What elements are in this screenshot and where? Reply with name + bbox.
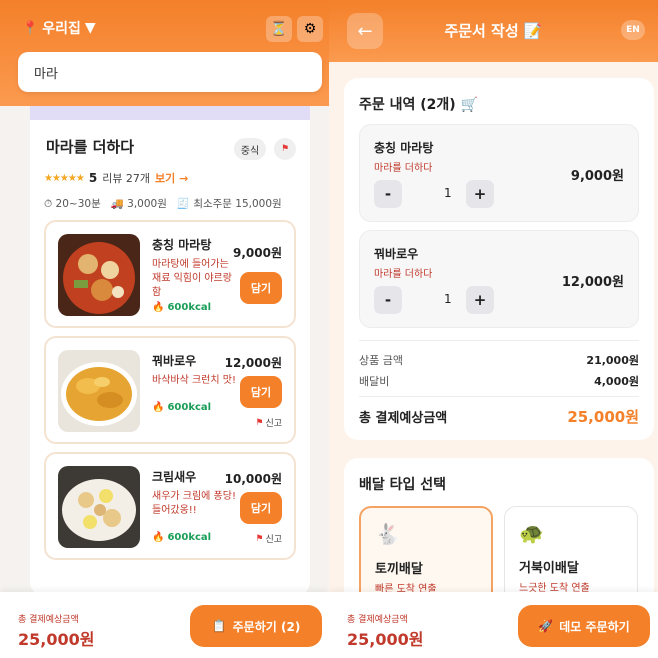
menu-kcal: 🔥 600kcal [152,302,212,313]
order-section-title: 주문 내역 (2개) 🛒 [359,97,478,113]
item-name: 충칭 마라탕 [374,141,434,155]
clock-icon: ⏱ [44,198,53,210]
location-selector[interactable]: 📍 우리집 ▼ [22,18,96,38]
report-link[interactable]: ⚑ 신고 [255,532,282,546]
store-card: 마라를 더하다 중식 ⚑ ★★★★★ 5 리뷰 27개 보기 → ⏱ 20~30… [30,106,310,596]
pin-icon: 📍 [22,20,39,36]
food-image-malatang [58,234,140,316]
item-price: 9,000원 [570,169,624,184]
menu-desc: 마라탕에 들어가는 재료 익힘이 야르랑 함 [152,259,232,298]
menu-item: 충칭 마라탕 마라탕에 들어가는 재료 익힘이 야르랑 함 🔥 600kcal 9… [44,220,296,328]
top-header: 📍 우리집 ▼ ⏳ ⚙ 마라 [0,0,329,106]
fire-icon: 🔥 [152,402,165,413]
menu-item: 꿔바로우 바삭바삭 크런치 맛! 🔥 600kcal 12,000원 담기 ⚑ 신고 [44,336,296,444]
rocket-icon: 🚀 [538,619,554,633]
subtotal-row: 상품 금액 21,000원 [359,354,639,367]
gear-icon[interactable]: ⚙ [297,16,323,42]
rating-score: 5 [88,171,98,185]
add-to-cart-button[interactable]: 담기 [240,272,282,304]
delivery-option-rabbit[interactable]: 🐇 토끼배달 빠른 도착 연출 [359,506,493,606]
item-store: 마라를 더하다 [374,269,433,280]
total-amount: 25,000원 [18,630,95,649]
clipboard-icon: 📋 [211,619,227,633]
order-form-screen: ← 주문서 작성 📝 EN 주문 내역 (2개) 🛒 충칭 마라탕 마라를 더하… [329,0,658,658]
delivery-section-title: 배달 타입 선택 [359,477,447,493]
delivery-option-turtle[interactable]: 🐢 거북이배달 느긋한 도착 연출 [504,506,638,606]
top-header: ← 주문서 작성 📝 EN [329,0,658,62]
divider [359,340,639,341]
stars-icon: ★★★★★ [44,172,85,184]
delivery-fee-row: 배달비 4,000원 [359,375,639,388]
flag-icon: ⚑ [255,417,264,428]
decrease-button[interactable]: - [374,180,402,208]
menu-name: 충칭 마라탕 [152,238,212,252]
add-to-cart-button[interactable]: 담기 [240,492,282,524]
menu-kcal: 🔥 600kcal [152,402,212,413]
decrease-button[interactable]: - [374,286,402,314]
item-price: 12,000원 [561,275,624,290]
increase-button[interactable]: + [466,180,494,208]
store-meta: ⏱ 20~30분 🚚 3,000원 🧾 최소주문 15,000원 [44,196,282,211]
increase-button[interactable]: + [466,286,494,314]
order-button[interactable]: 📋 주문하기 (2) [190,605,322,647]
flag-icon: ⚑ [255,533,264,544]
order-footer: 총 결제예상금액 25,000원 🚀 데모 주문하기 [329,592,658,658]
total-row: 총 결제예상금액 25,000원 [359,408,639,426]
menu-price: 9,000원 [233,246,282,260]
total-amount: 25,000원 [347,630,424,649]
category-tag: 중식 [234,138,266,160]
menu-desc: 바삭바삭 크런치 맛! [152,375,236,386]
delivery-fee: 🚚 3,000원 [110,198,167,210]
menu-kcal: 🔥 600kcal [152,532,212,543]
item-qty: 1 [444,292,452,306]
turtle-icon: 🐢 [519,521,544,545]
page-title: 주문서 작성 📝 [444,22,543,40]
food-image-guobaorou [58,350,140,432]
truck-icon: 🚚 [110,198,124,210]
cart-item: 충칭 마라탕 마라를 더하다 9,000원 - 1 + [359,124,639,222]
fire-icon: 🔥 [152,302,165,313]
rating-row: ★★★★★ 5 리뷰 27개 보기 → [44,170,188,186]
language-toggle[interactable]: EN [621,20,645,40]
report-link[interactable]: ⚑ 신고 [255,416,282,430]
menu-price: 12,000원 [224,356,282,370]
fire-icon: 🔥 [152,532,165,543]
demo-order-button[interactable]: 🚀 데모 주문하기 [518,605,650,647]
item-name: 꿔바로우 [374,247,419,261]
delivery-time: ⏱ 20~30분 [44,198,101,210]
item-qty: 1 [444,186,452,200]
store-screen: 📍 우리집 ▼ ⏳ ⚙ 마라 마라를 더하다 중식 ⚑ ★★★★★ 5 리뷰 2… [0,0,329,658]
menu-desc: 새우가 크림에 퐁당! 들어갔옹!! [152,491,236,516]
hourglass-icon[interactable]: ⏳ [266,16,292,42]
store-banner [30,106,310,120]
divider [359,396,639,397]
caret-down-icon: ▼ [84,20,96,36]
menu-item: 크림새우 새우가 크림에 퐁당! 들어갔옹!! 🔥 600kcal 10,000원… [44,452,296,560]
item-store: 마라를 더하다 [374,163,433,174]
menu-name: 크림새우 [152,470,197,484]
cart-item: 꿔바로우 마라를 더하다 12,000원 - 1 + [359,230,639,328]
search-input[interactable]: 마라 [18,52,322,92]
food-image-cream-shrimp [58,466,140,548]
menu-name: 꿔바로우 [152,354,197,368]
order-summary-panel: 주문 내역 (2개) 🛒 충칭 마라탕 마라를 더하다 9,000원 - 1 +… [344,78,654,440]
store-name: 마라를 더하다 [46,138,135,156]
receipt-icon: 🧾 [176,198,190,210]
review-more-link[interactable]: 보기 → [155,170,188,186]
total-label: 총 결제예상금액 [347,615,408,625]
review-count: 리뷰 27개 [102,172,151,185]
min-order: 🧾 최소주문 15,000원 [176,198,282,210]
report-flag-icon[interactable]: ⚑ [274,138,296,160]
total-label: 총 결제예상금액 [18,615,79,625]
menu-price: 10,000원 [224,472,282,486]
add-to-cart-button[interactable]: 담기 [240,376,282,408]
rabbit-icon: 🐇 [375,522,400,546]
location-label: 우리집 [42,21,81,37]
order-footer: 총 결제예상금액 25,000원 📋 주문하기 (2) [0,592,329,658]
